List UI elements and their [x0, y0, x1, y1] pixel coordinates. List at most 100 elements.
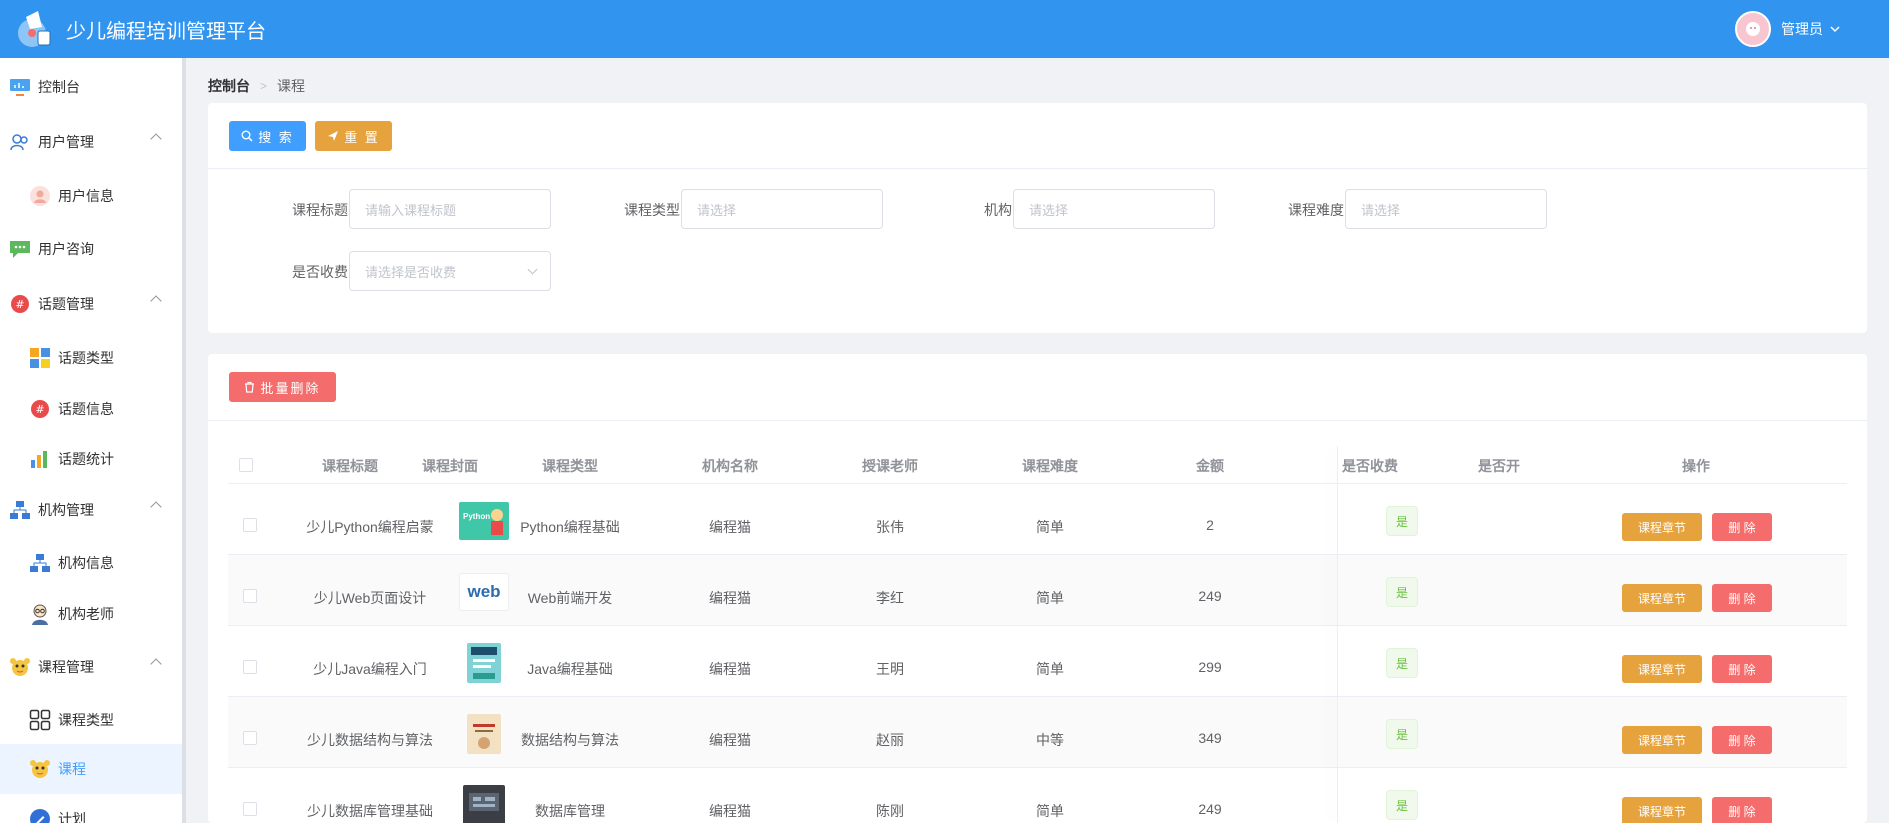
- course-type-label: 课程类型: [624, 202, 680, 218]
- paid-tag: 是: [1386, 719, 1418, 749]
- row-checkbox[interactable]: [243, 731, 257, 745]
- sidebar-scrollbar[interactable]: [182, 58, 186, 823]
- cell-teacher: 李红: [876, 590, 904, 606]
- delete-button[interactable]: 删 除: [1712, 584, 1772, 612]
- sidebar-item-user-info[interactable]: 用户信息: [0, 171, 182, 221]
- column-header-org[interactable]: 机构名称: [650, 456, 810, 476]
- cell-org: 编程猫: [709, 803, 751, 819]
- chevron-up-icon: [150, 295, 162, 307]
- cell-title: 少儿数据库管理基础: [307, 803, 433, 819]
- teacher-icon: [28, 602, 52, 626]
- row-checkbox[interactable]: [243, 518, 257, 532]
- search-panel: 搜 索 重 置 课程标题 请输入课程标题 课程类型 请选择 机构 请选择 课程难…: [208, 103, 1867, 333]
- sidebar-item-dashboard[interactable]: 控制台: [0, 62, 182, 112]
- cell-title: 少儿Web页面设计: [313, 590, 427, 606]
- cell-org: 编程猫: [709, 590, 751, 606]
- cell-org: 编程猫: [709, 732, 751, 748]
- cell-org: 编程猫: [709, 519, 751, 535]
- course-type-select[interactable]: 请选择: [681, 189, 883, 229]
- breadcrumb-current: 课程: [277, 78, 306, 94]
- cell-type: Python编程基础: [520, 519, 620, 535]
- row-checkbox[interactable]: [243, 802, 257, 816]
- cell-title: 少儿数据结构与算法: [307, 732, 433, 748]
- cell-difficulty: 简单: [1036, 661, 1064, 677]
- reset-button[interactable]: 重 置: [315, 121, 392, 151]
- sidebar-item-label: 课程管理: [38, 659, 94, 675]
- column-header-open[interactable]: 是否开: [1450, 456, 1540, 476]
- sidebar-item-course-type[interactable]: 课程类型: [0, 695, 182, 745]
- top-header: 少儿编程培训管理平台 管理员: [0, 0, 1889, 58]
- cell-amount: 249: [1198, 801, 1222, 817]
- batch-delete-button[interactable]: 批量删除: [229, 372, 336, 402]
- plan-icon: [28, 807, 52, 823]
- sidebar-item-course-management[interactable]: 课程管理: [0, 642, 182, 692]
- course-chapter-button[interactable]: 课程章节: [1622, 726, 1702, 754]
- sidebar-item-label: 机构信息: [58, 555, 114, 571]
- chevron-up-icon: [150, 133, 162, 145]
- delete-button[interactable]: 删 除: [1712, 655, 1772, 683]
- sidebar-item-topic-stats[interactable]: 话题统计: [0, 434, 182, 484]
- chevron-right-icon: >: [260, 79, 268, 93]
- cell-title: 少儿Python编程启蒙: [306, 519, 434, 535]
- select-all-checkbox[interactable]: [239, 458, 253, 472]
- sidebar-item-topic-management[interactable]: # 话题管理: [0, 279, 182, 329]
- course-difficulty-select[interactable]: 请选择: [1345, 189, 1547, 229]
- cell-teacher: 张伟: [876, 519, 904, 535]
- sidebar-item-label: 控制台: [38, 79, 80, 95]
- paid-tag: 是: [1386, 790, 1418, 820]
- user-avatar-icon: [28, 184, 52, 208]
- org-label: 机构: [984, 202, 1012, 218]
- org-select[interactable]: 请选择: [1013, 189, 1215, 229]
- stats-icon: [28, 447, 52, 471]
- breadcrumb: 控制台 > 课程: [208, 76, 305, 96]
- column-header-cover[interactable]: 课程封面: [410, 456, 490, 476]
- sidebar-item-org-management[interactable]: 机构管理: [0, 485, 182, 535]
- delete-button[interactable]: 删 除: [1712, 726, 1772, 754]
- is-paid-select[interactable]: 请选择是否收费: [349, 251, 551, 291]
- is-paid-label: 是否收费: [292, 264, 348, 280]
- cell-difficulty: 简单: [1036, 803, 1064, 819]
- sidebar-item-user-consult[interactable]: 用户咨询: [0, 224, 182, 274]
- dashboard-icon: [8, 75, 32, 99]
- sidebar-item-org-info[interactable]: 机构信息: [0, 538, 182, 588]
- course-title-input[interactable]: 请输入课程标题: [349, 189, 551, 229]
- column-header-amount[interactable]: 金额: [1130, 456, 1290, 476]
- user-menu[interactable]: 管理员: [1735, 0, 1841, 58]
- course-chapter-button[interactable]: 课程章节: [1622, 655, 1702, 683]
- cell-amount: 299: [1198, 659, 1222, 675]
- row-checkbox[interactable]: [243, 660, 257, 674]
- svg-text:#: #: [15, 298, 24, 311]
- sidebar-item-label: 课程类型: [58, 712, 114, 728]
- sidebar-item-user-management[interactable]: 用户管理: [0, 117, 182, 167]
- sidebar-item-label: 课程: [58, 761, 86, 777]
- table-toolbar: 批量删除: [208, 354, 1867, 421]
- sidebar: 控制台 用户管理 用户信息 用户咨询 # 话题管理 话题类型 # 话题信息 话题…: [0, 58, 182, 823]
- chevron-down-icon: [527, 264, 538, 275]
- sidebar-item-label: 用户管理: [38, 134, 94, 150]
- cell-teacher: 陈刚: [876, 803, 904, 819]
- row-checkbox[interactable]: [243, 589, 257, 603]
- grid-icon: [28, 708, 52, 732]
- column-header-paid[interactable]: 是否收费: [1290, 456, 1450, 476]
- sidebar-item-course[interactable]: 课程: [0, 744, 182, 794]
- sidebar-item-topic-type[interactable]: 话题类型: [0, 333, 182, 383]
- sidebar-item-label: 计划: [58, 811, 86, 823]
- sidebar-item-topic-info[interactable]: # 话题信息: [0, 384, 182, 434]
- column-header-title[interactable]: 课程标题: [290, 456, 410, 476]
- cell-amount: 2: [1206, 517, 1214, 533]
- sidebar-item-org-teacher[interactable]: 机构老师: [0, 589, 182, 639]
- column-header-difficulty[interactable]: 课程难度: [970, 456, 1130, 476]
- course-chapter-button[interactable]: 课程章节: [1622, 513, 1702, 541]
- paid-tag: 是: [1386, 577, 1418, 607]
- sidebar-item-plan[interactable]: 计划: [0, 794, 182, 823]
- delete-button[interactable]: 删 除: [1712, 797, 1772, 823]
- breadcrumb-root[interactable]: 控制台: [208, 76, 250, 96]
- search-button[interactable]: 搜 索: [229, 121, 306, 151]
- column-header-type[interactable]: 课程类型: [490, 456, 650, 476]
- search-button-label: 搜 索: [258, 129, 294, 145]
- delete-button[interactable]: 删 除: [1712, 513, 1772, 541]
- course-chapter-button[interactable]: 课程章节: [1622, 797, 1702, 823]
- column-header-teacher[interactable]: 授课老师: [810, 456, 970, 476]
- batch-delete-label: 批量删除: [260, 380, 321, 396]
- course-chapter-button[interactable]: 课程章节: [1622, 584, 1702, 612]
